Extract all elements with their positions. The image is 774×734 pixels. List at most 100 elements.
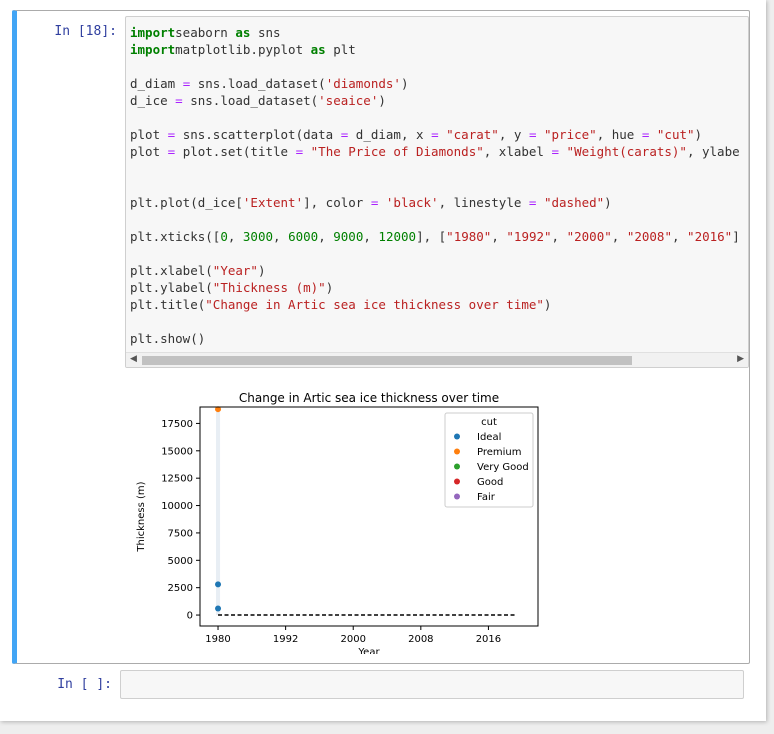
code-editor[interactable]: importseaborn as sns importmatplotlib.pyp… — [125, 16, 749, 368]
code-token: plt.show() — [130, 331, 206, 346]
scatter-point — [215, 581, 222, 588]
code-token: "The Price of Diamonds" — [303, 144, 484, 159]
code-token: plot.set(title — [175, 144, 296, 159]
scrollbar-thumb[interactable] — [142, 356, 632, 365]
code-line: importseaborn as sns — [130, 24, 748, 41]
code-token: , — [227, 229, 243, 244]
x-tick-label: 2016 — [476, 634, 501, 645]
code-token: , — [671, 229, 688, 244]
y-tick-label: 7500 — [168, 528, 193, 539]
code-line: plt.show() — [130, 330, 748, 347]
code-token: "Weight(carats)" — [559, 144, 687, 159]
cell-prompt-empty: In [ ]: — [57, 677, 112, 692]
code-token: 9000 — [333, 229, 364, 244]
horizontal-scrollbar[interactable]: ◀ ▶ — [126, 352, 748, 367]
scroll-left-arrow-icon[interactable]: ◀ — [130, 354, 137, 364]
code-token: "2000" — [566, 229, 612, 244]
code-token: , — [273, 229, 289, 244]
code-token: , — [491, 229, 507, 244]
scatter-point — [215, 605, 222, 612]
x-tick-label: 2008 — [408, 634, 433, 645]
y-axis-label: Thickness (m) — [136, 481, 147, 552]
legend-marker — [454, 463, 460, 470]
legend-marker — [454, 448, 460, 455]
legend-marker — [454, 493, 460, 500]
empty-code-cell[interactable]: In [ ]: — [12, 670, 750, 702]
code-token: plt.plot(d_ice[ — [130, 195, 243, 210]
empty-code-editor[interactable] — [120, 670, 744, 699]
code-token: sns.load_dataset( — [190, 76, 326, 91]
x-axis-label: Year — [357, 647, 380, 654]
code-token: , hue — [596, 127, 642, 142]
code-token: "1980" — [446, 229, 492, 244]
code-token: plt.xticks([ — [130, 229, 221, 244]
code-line: plt.xticks([0, 3000, 6000, 9000, 12000],… — [130, 228, 748, 245]
code-token: d_ice — [130, 93, 176, 108]
code-token: sns.scatterplot(data — [175, 127, 341, 142]
code-token: ) — [257, 263, 266, 278]
code-token: import — [130, 25, 176, 40]
code-token: plot — [130, 127, 168, 142]
code-token: , linestyle — [438, 195, 529, 210]
code-token: ) — [325, 280, 334, 295]
code-token: ] — [732, 229, 740, 244]
legend-label: Ideal — [477, 432, 501, 443]
legend-marker — [454, 478, 460, 485]
y-tick-label: 17500 — [161, 419, 193, 430]
code-token: "2016" — [687, 229, 733, 244]
code-token: d_diam, x — [348, 127, 432, 142]
code-token: seaborn — [175, 25, 236, 40]
code-token: plt — [325, 42, 356, 57]
code-token: 'black' — [378, 195, 439, 210]
code-line: plt.plot(d_ice['Extent'], color = 'black… — [130, 194, 748, 211]
code-token: sns — [250, 25, 281, 40]
code-token: 'seaice' — [318, 93, 379, 108]
code-text: importseaborn as sns importmatplotlib.pyp… — [130, 24, 748, 347]
legend-label: Fair — [477, 492, 496, 503]
code-token: , — [363, 229, 379, 244]
code-token: plt.ylabel( — [130, 280, 213, 295]
code-token: "1992" — [506, 229, 552, 244]
code-token: 6000 — [288, 229, 319, 244]
code-token: "dashed" — [536, 195, 605, 210]
code-token: ) — [400, 76, 409, 91]
code-token: plot — [130, 144, 168, 159]
code-token: sns.load_dataset( — [182, 93, 319, 108]
code-token: plt.title( — [130, 297, 206, 312]
code-token: d_diam — [130, 76, 183, 91]
code-cell[interactable]: In [18]: importseaborn as sns importmatpl… — [12, 10, 750, 664]
legend-title: cut — [481, 417, 497, 428]
legend-marker — [454, 433, 460, 440]
code-line: plot = sns.scatterplot(data = d_diam, x … — [130, 126, 748, 143]
code-token: = — [431, 127, 439, 142]
code-token: plt.xlabel( — [130, 263, 213, 278]
code-token: "Thickness (m)" — [212, 280, 326, 295]
code-token: "Year" — [212, 263, 258, 278]
chart-title: Change in Artic sea ice thickness over t… — [239, 391, 499, 405]
y-tick-label: 2500 — [168, 583, 193, 594]
code-token: "2008" — [626, 229, 672, 244]
code-token: ) — [378, 93, 386, 108]
code-token: "Change in Artic sea ice thickness over … — [205, 297, 544, 312]
code-token: ) — [604, 195, 612, 210]
legend-label: Very Good — [477, 462, 529, 473]
code-line: importmatplotlib.pyplot as plt — [130, 41, 748, 58]
code-token: 'Extent' — [242, 195, 304, 210]
x-tick-label: 2000 — [341, 634, 366, 645]
code-token: 12000 — [378, 229, 417, 244]
code-token: , y — [498, 127, 529, 142]
code-token: = — [175, 93, 183, 108]
code-token: "cut" — [649, 127, 695, 142]
code-token: = — [295, 144, 304, 159]
y-tick-label: 0 — [187, 611, 193, 622]
x-tick-label: 1980 — [205, 634, 230, 645]
scroll-right-arrow-icon[interactable]: ▶ — [737, 354, 744, 364]
code-token: as — [310, 42, 326, 57]
code-token: ], color — [303, 195, 371, 210]
y-tick-label: 12500 — [161, 474, 193, 485]
code-line: plt.title("Change in Artic sea ice thick… — [130, 296, 748, 313]
